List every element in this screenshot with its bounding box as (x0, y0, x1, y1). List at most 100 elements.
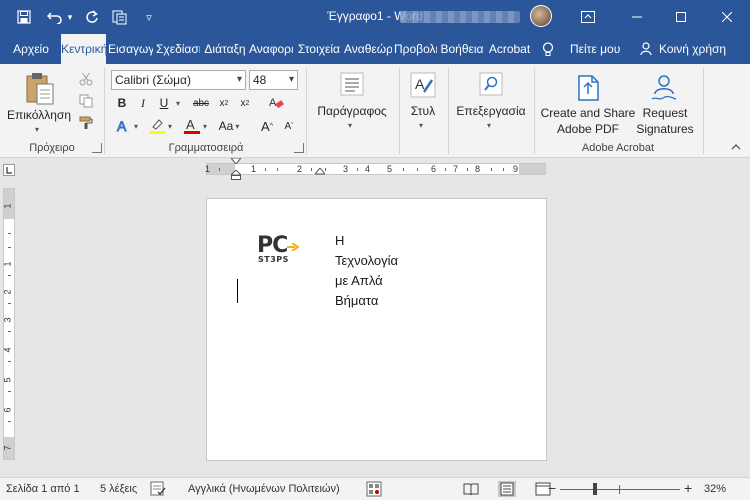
text-effects-icon: A (116, 118, 127, 134)
styles-button[interactable]: A Στυλ ▾ (402, 70, 444, 140)
shrink-font-button[interactable]: Aˇ (280, 116, 298, 136)
print-layout-icon[interactable] (498, 481, 516, 497)
cut-icon[interactable] (76, 70, 96, 88)
undo-icon[interactable] (44, 0, 66, 34)
zoom-out-button[interactable]: − (548, 480, 556, 496)
zoom-level[interactable]: 32% (704, 483, 726, 495)
page-count[interactable]: Σελίδα 1 από 1 (6, 483, 80, 495)
vertical-ruler[interactable]: 1 1 2 3 4 5 6 7 (3, 188, 15, 460)
italic-button[interactable]: I (134, 94, 152, 112)
group-divider (306, 68, 307, 154)
change-case-button[interactable]: Aa ▾ (214, 116, 244, 136)
editing-button[interactable]: Επεξεργασία ▾ (452, 70, 530, 140)
minimize-button[interactable] (614, 0, 660, 34)
first-line-indent-handle[interactable] (231, 158, 241, 164)
read-mode-icon[interactable] (462, 481, 480, 497)
tab-layout[interactable]: Διάταξη (202, 34, 248, 64)
redo-icon[interactable] (82, 0, 102, 34)
maximize-button[interactable] (658, 0, 704, 34)
font-launcher-icon[interactable] (294, 143, 304, 153)
ribbon-display-options-icon[interactable] (576, 0, 600, 34)
highlight-color-button[interactable]: ▾ (145, 116, 175, 136)
share-label: Κοινή χρήση (659, 42, 727, 56)
ruler-tick (8, 331, 11, 332)
ruler-tick (403, 168, 404, 171)
ruler-tick (219, 168, 220, 171)
tab-view[interactable]: Προβολή (394, 34, 437, 64)
horizontal-ruler[interactable]: 1 1 2 3 4 5 6 7 8 9 (205, 158, 546, 180)
grow-font-button[interactable]: A ^ (258, 116, 276, 136)
underline-dropdown-icon[interactable]: ▾ (172, 94, 182, 112)
macro-recording-icon[interactable] (366, 481, 382, 500)
tab-references[interactable]: Αναφορές (249, 34, 293, 64)
chevron-down-icon: ▾ (236, 74, 242, 85)
paragraph-icon (340, 72, 364, 96)
user-name-blurred[interactable] (400, 11, 520, 23)
ruler-number: 3 (2, 317, 13, 323)
pdf-share-icon (578, 75, 599, 101)
close-button[interactable] (704, 0, 750, 34)
signature-icon (651, 75, 677, 100)
svg-text:A: A (415, 76, 425, 92)
font-name-combo[interactable]: Calibri (Σώμα) ▾ (111, 70, 246, 90)
hanging-indent-handle[interactable] (231, 170, 241, 180)
font-group-label: Γραμματοσειρά (168, 142, 244, 154)
tab-selector-icon[interactable] (3, 164, 15, 176)
text-effects-button[interactable]: A ▾ (113, 116, 141, 136)
font-color-button[interactable]: A ▾ (180, 116, 210, 136)
share-button[interactable]: Κοινή χρήση (640, 34, 726, 64)
subscript-button[interactable]: x2 (215, 94, 233, 112)
user-avatar[interactable] (530, 5, 552, 27)
document-text[interactable]: Η Τεχνολογία με Απλά Βήματα (335, 231, 398, 311)
create-share-pdf-button[interactable]: Create and Share Adobe PDF (538, 70, 638, 138)
ruler-tick (8, 303, 11, 304)
tab-acrobat[interactable]: Acrobat (487, 34, 532, 64)
tab-review[interactable]: Αναθεώρηση (344, 34, 392, 64)
zoom-slider-thumb[interactable] (593, 483, 597, 495)
create-share-line2: Adobe PDF (556, 122, 620, 136)
bold-button[interactable]: B (113, 94, 131, 112)
clipboard-launcher-icon[interactable] (92, 143, 102, 153)
paste-button[interactable]: Επικόλληση ▾ (7, 70, 71, 136)
customize-toolbar-icon[interactable]: ▿ (140, 0, 158, 34)
ruler-tick (491, 168, 492, 171)
paste-dropdown-icon: ▾ (35, 125, 40, 134)
document-page[interactable]: PC ST3PS Η Τεχνολογία με Απλά Βήματα (206, 198, 547, 461)
save-icon[interactable] (12, 0, 36, 34)
request-signatures-button[interactable]: Request Signatures (634, 70, 696, 138)
collapse-ribbon-icon[interactable] (728, 140, 744, 154)
paragraph-button[interactable]: Παράγραφος ▾ (310, 70, 394, 140)
format-painter-icon[interactable] (76, 114, 96, 132)
zoom-slider[interactable] (560, 489, 680, 490)
touch-mode-icon[interactable] (108, 0, 130, 34)
strikethrough-button[interactable]: abc (190, 94, 212, 112)
underline-button[interactable]: U (155, 94, 173, 112)
superscript-button[interactable]: x2 (236, 94, 254, 112)
tell-me-box[interactable]: Πείτε μου (542, 34, 620, 64)
right-indent-handle[interactable] (315, 168, 325, 176)
tab-design[interactable]: Σχεδίαση (156, 34, 200, 64)
proofing-icon[interactable] (150, 481, 166, 500)
tab-home[interactable]: Κεντρική (61, 34, 106, 64)
language[interactable]: Αγγλικά (Ηνωμένων Πολιτειών) (188, 483, 340, 495)
font-size-combo[interactable]: 48 ▾ (249, 70, 298, 90)
tab-help[interactable]: Βοήθεια (440, 34, 484, 64)
clear-formatting-icon[interactable]: A (266, 93, 286, 113)
word-count[interactable]: 5 λέξεις (100, 483, 137, 495)
clipboard-group-label: Πρόχειρο (29, 142, 75, 154)
copy-icon[interactable] (76, 92, 96, 110)
status-bar: Σελίδα 1 από 1 5 λέξεις Αγγλικά (Ηνωμένω… (0, 477, 750, 500)
ribbon: Επικόλληση ▾ Πρόχειρο Calibri (Σώμα) ▾ 4… (0, 64, 750, 158)
ruler-number: 8 (475, 164, 481, 174)
highlighter-icon (148, 119, 165, 134)
ruler-number: 4 (2, 347, 13, 353)
ruler-number: 6 (431, 164, 437, 174)
tab-mailings[interactable]: Στοιχεία (296, 34, 342, 64)
zoom-in-button[interactable]: + (684, 480, 692, 496)
tab-file[interactable]: Αρχείο (4, 34, 58, 64)
search-icon (479, 72, 503, 96)
pcsteps-logo[interactable]: PC ST3PS (257, 233, 301, 267)
undo-dropdown-icon[interactable]: ▾ (64, 0, 76, 34)
ruler-number: 3 (343, 164, 349, 174)
tab-insert[interactable]: Εισαγωγή (108, 34, 153, 64)
